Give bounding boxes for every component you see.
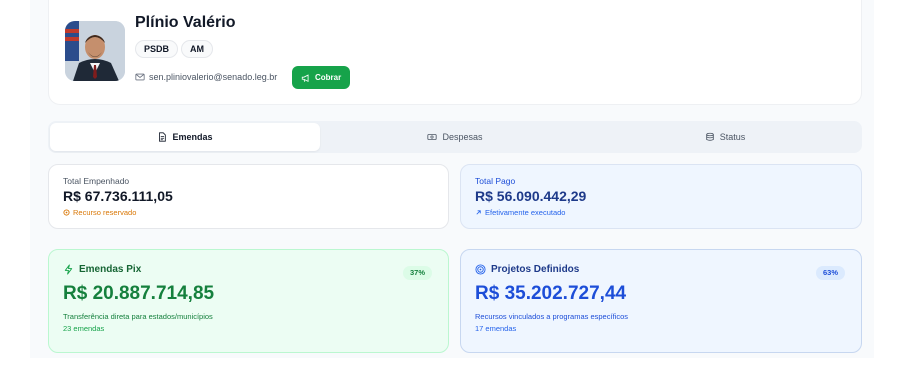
document-icon — [159, 132, 167, 142]
projetos-definidos-amount: R$ 35.202.727,44 — [475, 283, 627, 304]
emendas-pix-count: 23 emendas — [63, 324, 105, 333]
total-pago-label: Total Pago — [475, 176, 516, 186]
total-empenhado-value: R$ 67.736.111,05 — [63, 188, 173, 204]
email-row: sen.pliniovalerio@senado.leg.br — [135, 70, 277, 84]
tab-status[interactable]: Status — [590, 123, 860, 151]
projetos-definidos-count: 17 emendas — [475, 324, 517, 333]
total-pago-card: Total Pago R$ 56.090.442,29 Efetivamente… — [460, 164, 862, 229]
cobrar-button[interactable]: Cobrar — [292, 66, 351, 89]
projetos-definidos-title: Projetos Definidos — [491, 264, 580, 275]
projetos-definidos-description: Recursos vinculados a programas específi… — [475, 312, 628, 321]
senator-email[interactable]: sen.pliniovalerio@senado.leg.br — [149, 72, 277, 82]
total-pago-value: R$ 56.090.442,29 — [475, 188, 587, 204]
emendas-pix-header: Emendas Pix — [63, 264, 434, 275]
projetos-definidos-percent-badge: 63% — [815, 266, 845, 280]
total-empenhado-note-text: Recurso reservado — [73, 208, 137, 217]
state-badge: AM — [181, 40, 213, 58]
page: Plínio Valério PSDB AM sen.pliniovalerio… — [0, 0, 900, 377]
total-pago-note: Efetivamente executado — [475, 208, 847, 217]
tab-status-label: Status — [719, 132, 746, 142]
tab-bar: Emendas Despesas Status — [48, 121, 862, 153]
senator-name: Plínio Valério — [135, 14, 236, 31]
database-icon — [705, 132, 714, 141]
total-empenhado-card: Total Empenhado R$ 67.736.111,05 Recurso… — [48, 164, 449, 229]
senator-photo — [65, 21, 125, 81]
profile-card: Plínio Valério PSDB AM sen.pliniovalerio… — [48, 0, 862, 105]
banknote-icon — [427, 134, 438, 140]
tab-despesas[interactable]: Despesas — [320, 123, 590, 151]
party-badge: PSDB — [135, 40, 179, 58]
projetos-definidos-card: Projetos Definidos 63% R$ 35.202.727,44 … — [460, 249, 862, 353]
senator-photo-image — [65, 21, 125, 81]
tab-emendas[interactable]: Emendas — [50, 123, 320, 151]
cobrar-label: Cobrar — [315, 73, 342, 82]
emendas-pix-title: Emendas Pix — [79, 264, 142, 275]
emendas-pix-amount: R$ 20.887.714,85 — [63, 283, 215, 304]
emendas-pix-description: Transferência direta para estados/municí… — [63, 312, 213, 321]
reserved-icon — [63, 209, 70, 216]
emendas-pix-card: Emendas Pix 37% R$ 20.887.714,85 Transfe… — [48, 249, 449, 353]
arrow-up-right-icon — [476, 210, 481, 215]
lightning-icon — [64, 264, 73, 275]
mail-icon — [135, 73, 145, 81]
target-icon — [475, 264, 486, 275]
total-empenhado-label: Total Empenhado — [63, 176, 130, 186]
megaphone-icon — [301, 73, 309, 82]
total-pago-note-text: Efetivamente executado — [485, 208, 566, 217]
tab-despesas-label: Despesas — [442, 132, 483, 142]
tab-emendas-label: Emendas — [172, 132, 213, 142]
emendas-pix-percent-badge: 37% — [402, 266, 432, 280]
projetos-definidos-header: Projetos Definidos — [475, 264, 847, 275]
total-empenhado-note: Recurso reservado — [63, 208, 434, 217]
